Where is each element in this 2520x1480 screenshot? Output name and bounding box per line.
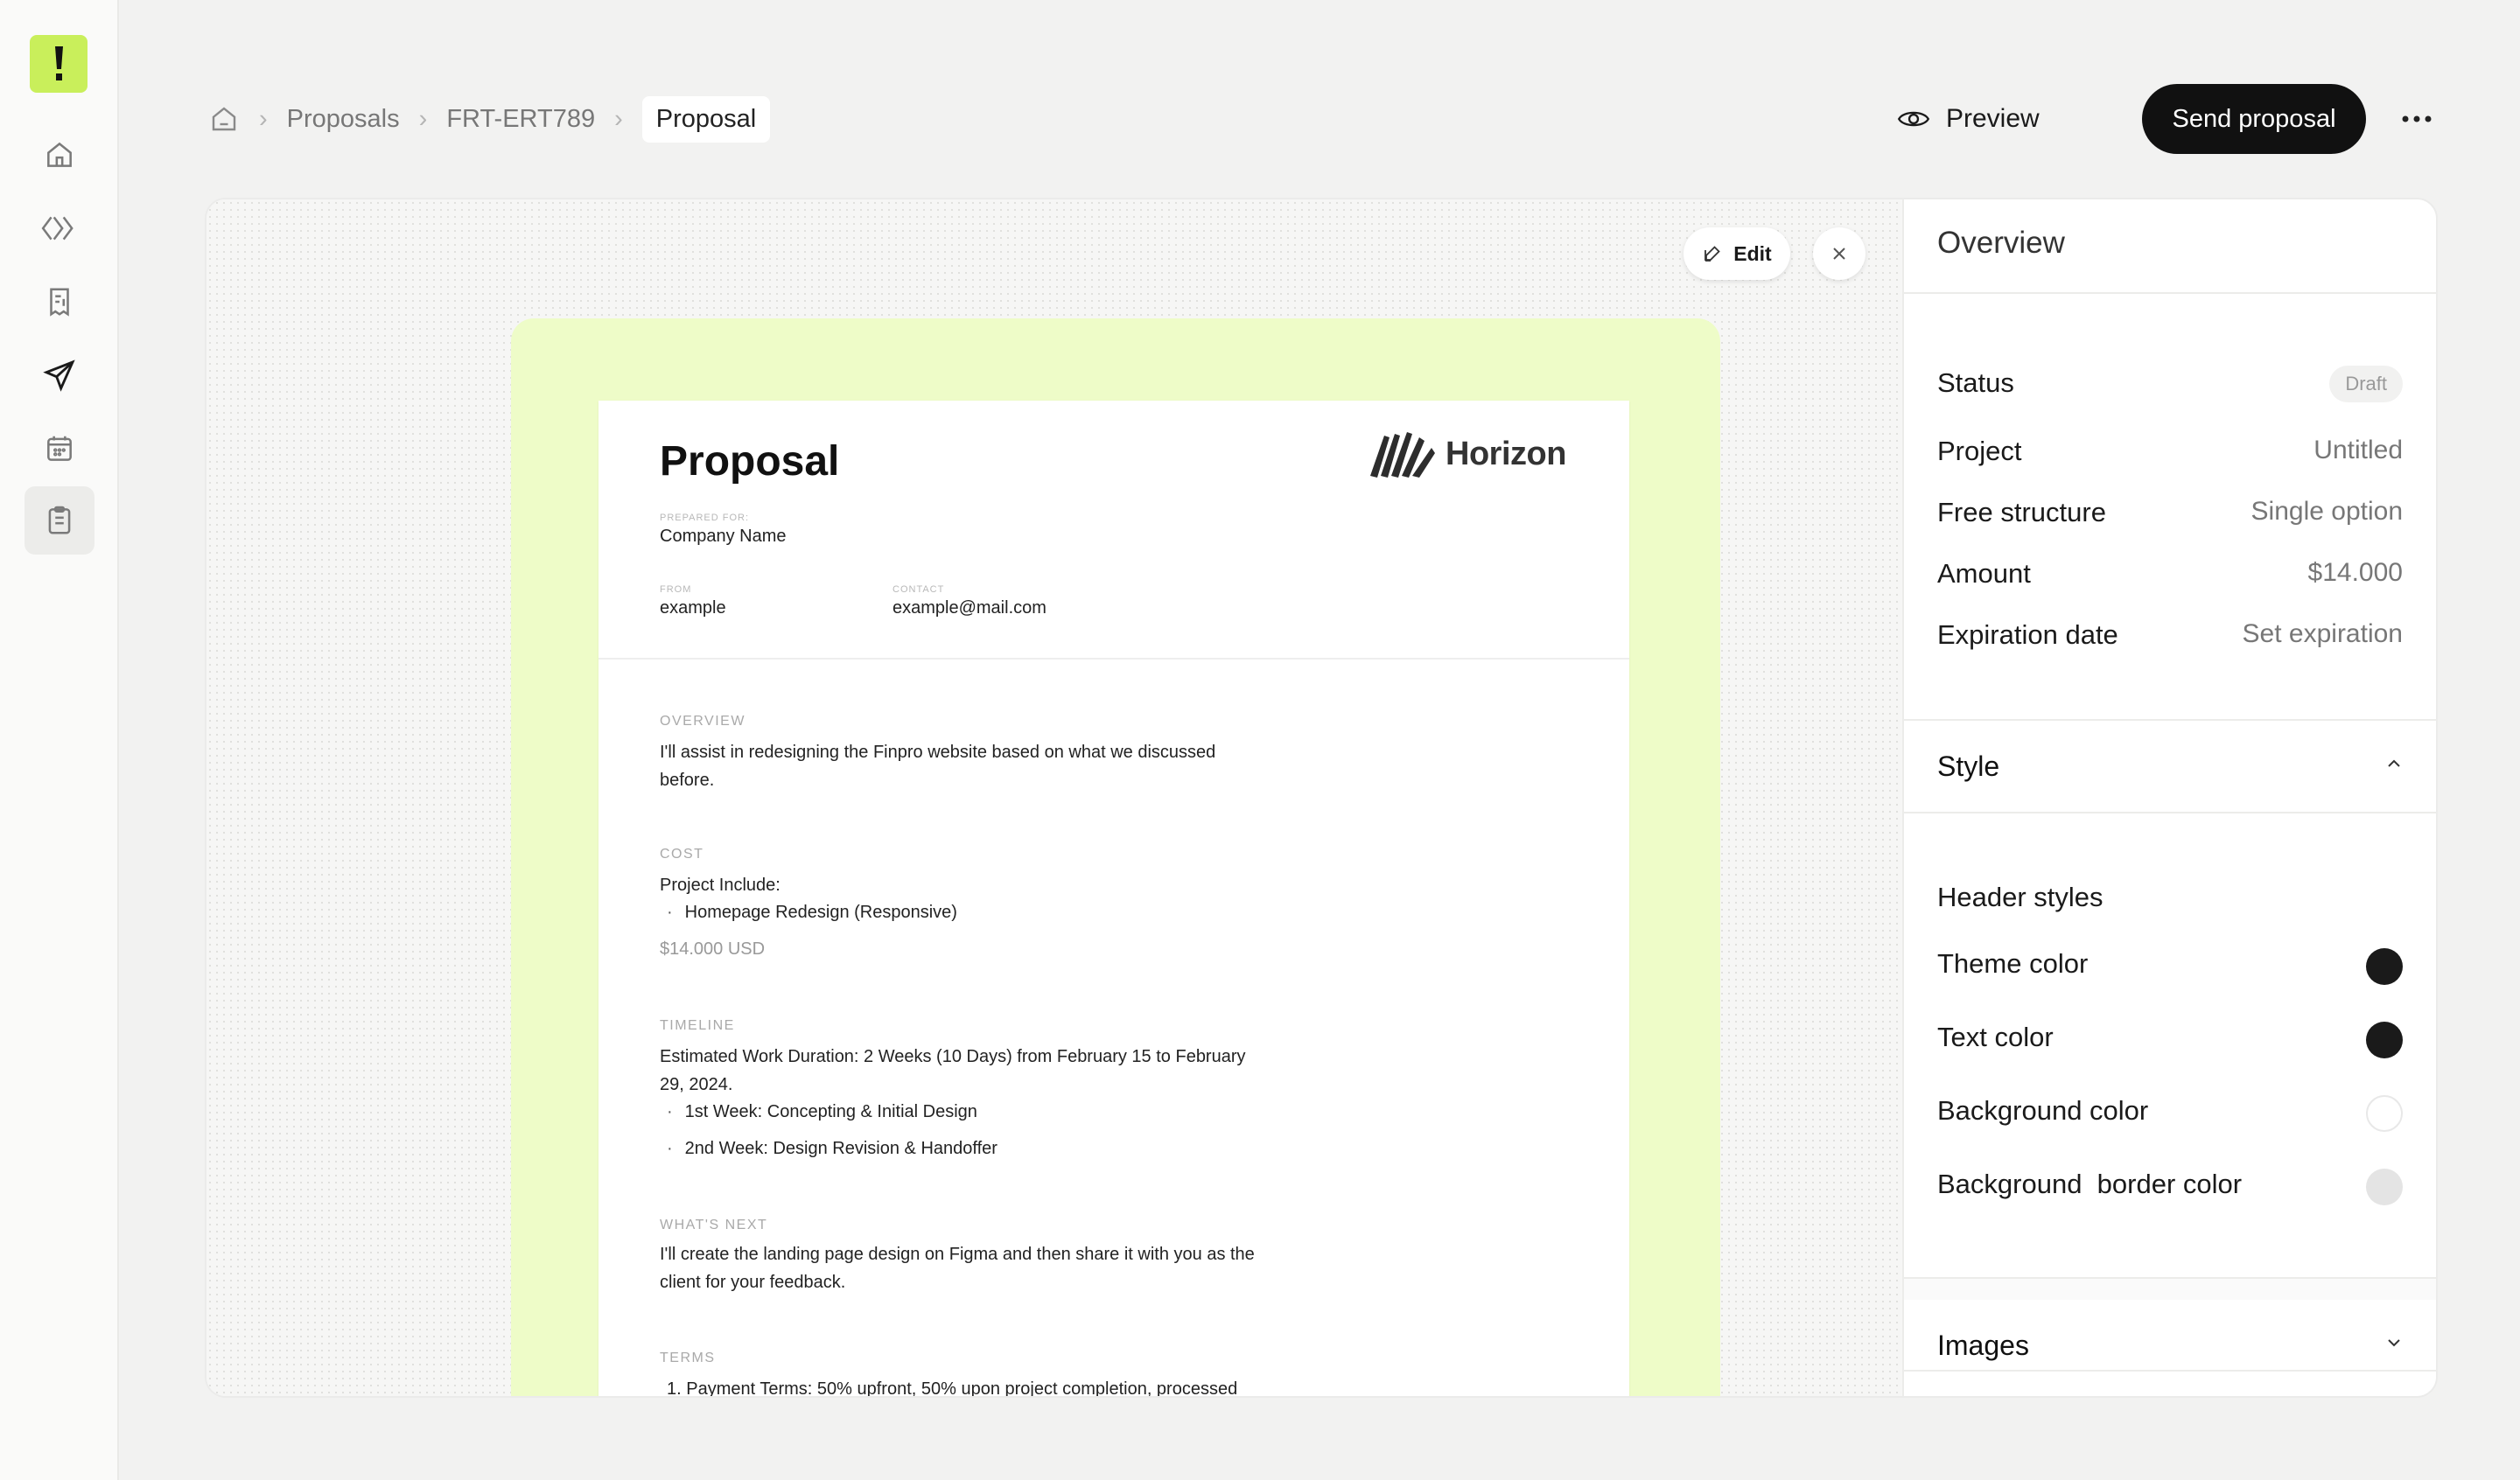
breadcrumb-proposal-id[interactable]: FRT-ERT789 (446, 105, 595, 134)
terms-item: 1. Payment Terms: 50% upfront, 50% upon … (667, 1379, 1238, 1398)
style-title: Style (1937, 750, 2000, 782)
images-title: Images (1937, 1330, 2029, 1361)
breadcrumb-current: Proposal (641, 95, 771, 143)
preview-button[interactable]: Preview (1897, 98, 2040, 140)
cost-item: Homepage Redesign (Responsive) (667, 903, 957, 923)
company-name: Company Name (660, 527, 787, 546)
more-horizontal-icon (2402, 115, 2432, 122)
more-options-button[interactable] (2398, 98, 2436, 140)
horizon-logo-icon (1370, 432, 1435, 478)
contact-label: CONTACT (892, 584, 945, 595)
border-color-label: Background border color (1937, 1169, 2243, 1199)
timeline-text: Estimated Work Duration: 2 Weeks (10 Day… (660, 1047, 1246, 1094)
whats-next-text: I'll create the landing page design on F… (660, 1245, 1255, 1292)
fee-structure-value[interactable]: Single option (2251, 497, 2403, 527)
send-icon (43, 360, 75, 392)
fee-structure-label: Free structure (1937, 497, 2106, 527)
expiration-label: Expiration date (1937, 619, 2118, 650)
overview-sidebar: Overview Status Draft Project Untitled F… (1904, 199, 2436, 1396)
prepared-for-label: PREPARED FOR: (660, 513, 750, 523)
proposal-document: Proposal Horizon PREPARED FOR: Company N… (598, 401, 1629, 1398)
expiration-value[interactable]: Set expiration (2243, 619, 2403, 649)
cost-label: COST (660, 847, 704, 862)
background-color-label: Background color (1937, 1095, 2149, 1126)
app-logo[interactable] (30, 35, 88, 93)
eye-icon (1897, 111, 1930, 127)
breadcrumb: › Proposals › FRT-ERT789 › Proposal (208, 94, 771, 143)
terms-label: TERMS (660, 1351, 716, 1365)
rail-calendar-button[interactable] (24, 415, 94, 483)
overview-label: OVERVIEW (660, 714, 746, 729)
from-label: FROM (660, 584, 692, 595)
theme-color-swatch[interactable] (2366, 948, 2403, 985)
chevrons-icon (41, 216, 74, 241)
edit-icon (1704, 246, 1721, 262)
calendar-icon (47, 436, 72, 461)
divider (1904, 812, 2436, 813)
contact-value: example@mail.com (892, 598, 1046, 618)
border-color-swatch[interactable] (2366, 1169, 2403, 1205)
timeline-label: TIMELINE (660, 1018, 735, 1033)
chevron-up-icon (2388, 759, 2400, 767)
project-value[interactable]: Untitled (2314, 436, 2403, 465)
images-section-toggle[interactable]: Images (1904, 1300, 2436, 1391)
rail-proposals-button[interactable] (24, 341, 94, 409)
section-spacer (1904, 1279, 2436, 1300)
sidebar-title: Overview (1937, 226, 2065, 260)
brand-name: Horizon (1446, 435, 1566, 472)
send-proposal-button[interactable]: Send proposal (2142, 84, 2366, 154)
whats-next-label: WHAT'S NEXT (660, 1218, 768, 1232)
background-color-swatch[interactable] (2366, 1095, 2403, 1132)
chevron-down-icon (2388, 1339, 2400, 1347)
rail-pipelines-button[interactable] (24, 194, 94, 262)
breadcrumb-proposals[interactable]: Proposals (287, 105, 400, 134)
preview-label: Preview (1946, 104, 2040, 133)
divider (1904, 1277, 2436, 1279)
rail-clipboard-button[interactable] (24, 486, 94, 555)
chevron-right-icon: › (259, 104, 268, 133)
document-header: Proposal Horizon PREPARED FOR: Company N… (598, 401, 1629, 660)
edit-label: Edit (1733, 241, 1772, 265)
header-styles-label: Header styles (1937, 882, 2104, 912)
breadcrumb-home-icon[interactable] (208, 103, 240, 135)
exclamation-icon (55, 46, 63, 80)
timeline-item: 1st Week: Concepting & Initial Design (667, 1102, 977, 1122)
preview-canvas: Edit Proposal Horizon PREPARED FOR: Comp… (206, 199, 1904, 1396)
text-color-swatch[interactable] (2366, 1022, 2403, 1058)
left-rail (0, 0, 119, 1480)
chevron-right-icon: › (418, 104, 428, 133)
cost-amount: $14.000 USD (660, 939, 766, 959)
project-label: Project (1937, 436, 2022, 466)
cost-intro: Project Include: (660, 876, 780, 895)
chevron-right-icon: › (614, 104, 623, 133)
from-value: example (660, 598, 726, 618)
document-title: Proposal (660, 438, 840, 485)
receipt-icon (50, 288, 69, 317)
style-section-toggle[interactable]: Style (1904, 721, 2436, 812)
text-color-label: Text color (1937, 1022, 2054, 1052)
rail-invoices-button[interactable] (24, 268, 94, 336)
home-icon (47, 142, 72, 167)
divider (1904, 292, 2436, 294)
overview-text: I'll assist in redesigning the Finpro we… (660, 743, 1216, 790)
rail-home-button[interactable] (24, 121, 94, 189)
clipboard-icon (48, 506, 71, 534)
main-panel: Edit Proposal Horizon PREPARED FOR: Comp… (205, 198, 2438, 1398)
close-button[interactable] (1813, 227, 1866, 280)
divider (1904, 1370, 2436, 1372)
close-icon (1833, 248, 1845, 260)
status-label: Status (1937, 367, 2014, 398)
amount-label: Amount (1937, 558, 2031, 589)
theme-color-label: Theme color (1937, 948, 2089, 979)
status-badge: Draft (2329, 366, 2403, 402)
timeline-item: 2nd Week: Design Revision & Handoffer (667, 1139, 998, 1159)
brand-logo: Horizon (1368, 429, 1566, 479)
amount-value[interactable]: $14.000 (2308, 558, 2403, 588)
edit-button[interactable]: Edit (1684, 227, 1790, 280)
